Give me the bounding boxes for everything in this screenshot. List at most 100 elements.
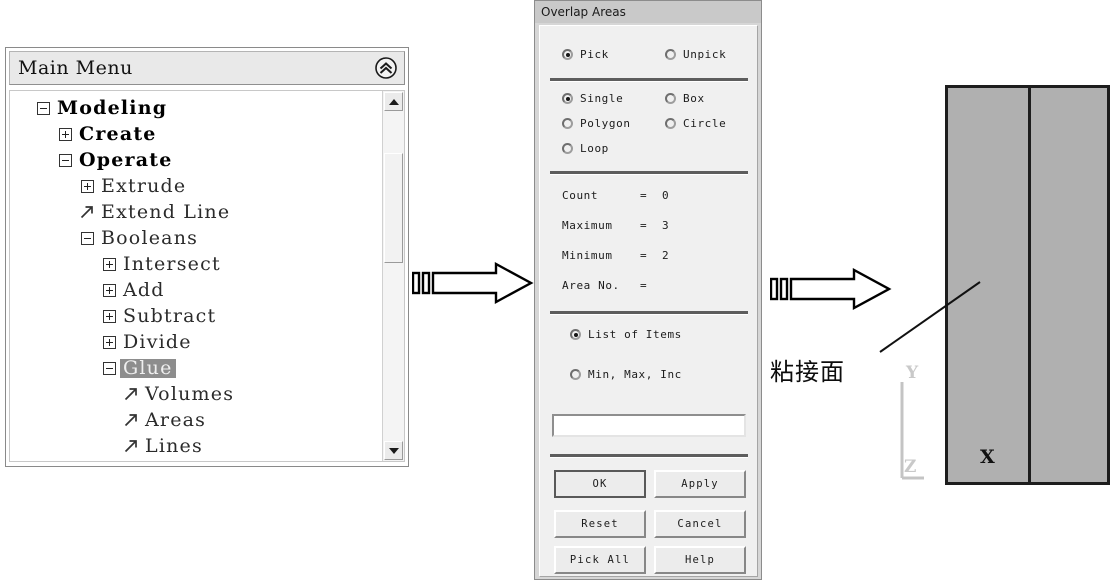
tree-item-extend-line[interactable]: Extend Line	[10, 199, 378, 225]
tree-item-modeling[interactable]: Modeling	[10, 95, 378, 121]
tree-item-glue[interactable]: Glue	[10, 355, 378, 381]
diagonal-arrow-icon	[120, 384, 142, 404]
tree-toggle-box[interactable]	[102, 309, 116, 323]
tree-item-label: Extrude	[101, 174, 187, 197]
apply-button[interactable]: Apply	[654, 470, 746, 498]
double-chevron-up-icon[interactable]	[374, 56, 398, 80]
menu-tree: Modeling Create Operate Extrude Extend Line B…	[10, 91, 378, 459]
radio-indicator	[562, 49, 573, 60]
info-equals: =	[640, 219, 648, 232]
info-label: Minimum	[562, 249, 613, 262]
page-title: Main Menu	[18, 57, 133, 79]
tree-item-create[interactable]: Create	[10, 121, 378, 147]
triangle-down-icon	[388, 447, 399, 454]
triangle-up-icon	[388, 98, 399, 105]
dialog-body: Pick Unpick Single Box Polygon Circle Lo…	[539, 25, 758, 577]
tree-item-label: Add	[123, 278, 165, 301]
diagonal-arrow-icon	[120, 436, 142, 456]
radio-pick[interactable]: Pick	[562, 48, 609, 61]
tree-item-subtract[interactable]: Subtract	[10, 303, 378, 329]
tree-item-volumes[interactable]: Volumes	[10, 381, 378, 407]
divider	[550, 454, 748, 458]
axis-x-label: X	[980, 446, 995, 468]
pick-all-button[interactable]: Pick All	[554, 546, 646, 574]
tree-toggle-box[interactable]	[80, 231, 94, 245]
expand-plus-icon[interactable]	[98, 254, 120, 274]
diagonal-arrow-icon	[120, 410, 142, 430]
scrollbar-down-button[interactable]	[384, 441, 403, 460]
tree-toggle-box[interactable]	[80, 179, 94, 193]
scrollbar-up-button[interactable]	[384, 92, 403, 111]
info-label: Count	[562, 189, 599, 202]
radio-list-of-items-label: List of Items	[588, 328, 682, 341]
radio-indicator	[562, 143, 573, 154]
radio-unpick[interactable]: Unpick	[665, 48, 726, 61]
flow-arrow-1	[411, 261, 534, 308]
tree-item-add[interactable]: Add	[10, 277, 378, 303]
info-maximum: Maximum = 3	[562, 219, 669, 232]
menu-tree-viewport: Modeling Create Operate Extrude Extend Line B…	[9, 90, 405, 462]
radio-box-label: Box	[683, 92, 705, 105]
expand-plus-icon[interactable]	[54, 124, 76, 144]
radio-min-max-inc[interactable]: Min, Max, Inc	[570, 368, 682, 381]
info-value: 2	[662, 249, 670, 262]
tree-item-areas[interactable]: Areas	[10, 407, 378, 433]
radio-indicator	[570, 329, 581, 340]
tree-toggle-box[interactable]	[102, 335, 116, 349]
expand-plus-icon[interactable]	[98, 332, 120, 352]
svg-text:Z: Z	[904, 457, 916, 477]
tree-item-label: Divide	[123, 330, 192, 353]
tree-item-operate[interactable]: Operate	[10, 147, 378, 173]
expand-plus-icon[interactable]	[98, 306, 120, 326]
tree-item-intersect[interactable]: Intersect	[10, 251, 378, 277]
main-menu-titlebar: Main Menu	[9, 51, 405, 85]
radio-indicator	[665, 49, 676, 60]
expand-plus-icon[interactable]	[98, 280, 120, 300]
tree-item-booleans[interactable]: Booleans	[10, 225, 378, 251]
collapse-minus-icon[interactable]	[54, 150, 76, 170]
info-value: 3	[662, 219, 670, 232]
pick-entry-input[interactable]	[552, 414, 746, 437]
collapse-minus-icon[interactable]	[98, 358, 120, 378]
svg-text:Y: Y	[905, 363, 919, 383]
tree-item-divide[interactable]: Divide	[10, 329, 378, 355]
tree-item-lines[interactable]: Lines	[10, 433, 378, 459]
tree-toggle-box[interactable]	[58, 153, 72, 167]
glued-area-divider	[1028, 88, 1031, 482]
collapse-minus-icon[interactable]	[32, 98, 54, 118]
tree-toggle-box[interactable]	[102, 361, 116, 375]
info-equals: =	[640, 189, 648, 202]
radio-list-of-items[interactable]: List of Items	[570, 328, 682, 341]
info-area-no: Area No. =	[562, 279, 662, 292]
ok-button[interactable]: OK	[554, 470, 646, 498]
tree-scrollbar[interactable]	[382, 91, 404, 461]
radio-indicator	[665, 93, 676, 104]
help-button[interactable]: Help	[654, 546, 746, 574]
radio-circle[interactable]: Circle	[665, 117, 726, 130]
scrollbar-thumb[interactable]	[384, 153, 403, 263]
radio-box[interactable]: Box	[665, 92, 705, 105]
radio-polygon-label: Polygon	[580, 117, 631, 130]
collapse-minus-icon[interactable]	[76, 228, 98, 248]
divider	[550, 171, 748, 175]
tree-item-extrude[interactable]: Extrude	[10, 173, 378, 199]
radio-loop[interactable]: Loop	[562, 142, 609, 155]
tree-toggle-box[interactable]	[102, 283, 116, 297]
reset-button[interactable]: Reset	[554, 510, 646, 538]
radio-pick-label: Pick	[580, 48, 609, 61]
tree-toggle-box[interactable]	[58, 127, 72, 141]
radio-single[interactable]: Single	[562, 92, 623, 105]
expand-plus-icon[interactable]	[76, 176, 98, 196]
cancel-button[interactable]: Cancel	[654, 510, 746, 538]
tree-item-label: Booleans	[101, 226, 199, 249]
radio-indicator	[562, 118, 573, 129]
divider	[550, 311, 748, 315]
tree-item-label: Lines	[145, 434, 203, 457]
info-equals: =	[640, 249, 648, 262]
radio-indicator	[665, 118, 676, 129]
tree-item-label: Subtract	[123, 304, 217, 327]
radio-polygon[interactable]: Polygon	[562, 117, 631, 130]
diagonal-arrow-icon	[76, 202, 98, 222]
tree-toggle-box[interactable]	[102, 257, 116, 271]
tree-toggle-box[interactable]	[36, 101, 50, 115]
